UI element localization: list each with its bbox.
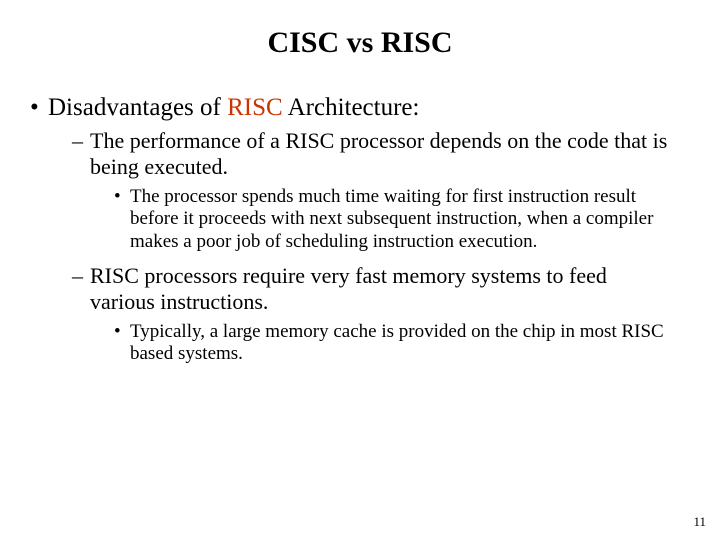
bullet-level2: – RISC processors require very fast memo… [72,263,670,315]
bullet-dot-icon: • [114,321,130,366]
slide-title: CISC vs RISC [30,26,690,60]
lvl3b-text: Typically, a large memory cache is provi… [130,321,670,366]
dash-icon: – [72,263,90,315]
lvl3a-text: The processor spends much time waiting f… [130,186,670,253]
bullet-level2: – The performance of a RISC processor de… [72,128,670,180]
bullet-level1: •Disadvantages of RISC Architecture: [30,94,690,122]
lvl1-text: Disadvantages of RISC Architecture: [48,94,419,121]
lvl1-highlight: RISC [227,94,283,121]
bullet-dot-icon: • [30,94,48,122]
bullet-dot-icon: • [114,186,130,253]
dash-icon: – [72,128,90,180]
lvl2b-text: RISC processors require very fast memory… [90,263,670,315]
bullet-level3: • Typically, a large memory cache is pro… [114,321,670,366]
bullet-level3: • The processor spends much time waiting… [114,186,670,253]
lvl1-suffix: Architecture: [283,94,420,121]
page-number: 11 [693,514,706,530]
lvl2a-text: The performance of a RISC processor depe… [90,128,670,180]
lvl1-prefix: Disadvantages of [48,94,227,121]
slide: CISC vs RISC •Disadvantages of RISC Arch… [0,0,720,540]
